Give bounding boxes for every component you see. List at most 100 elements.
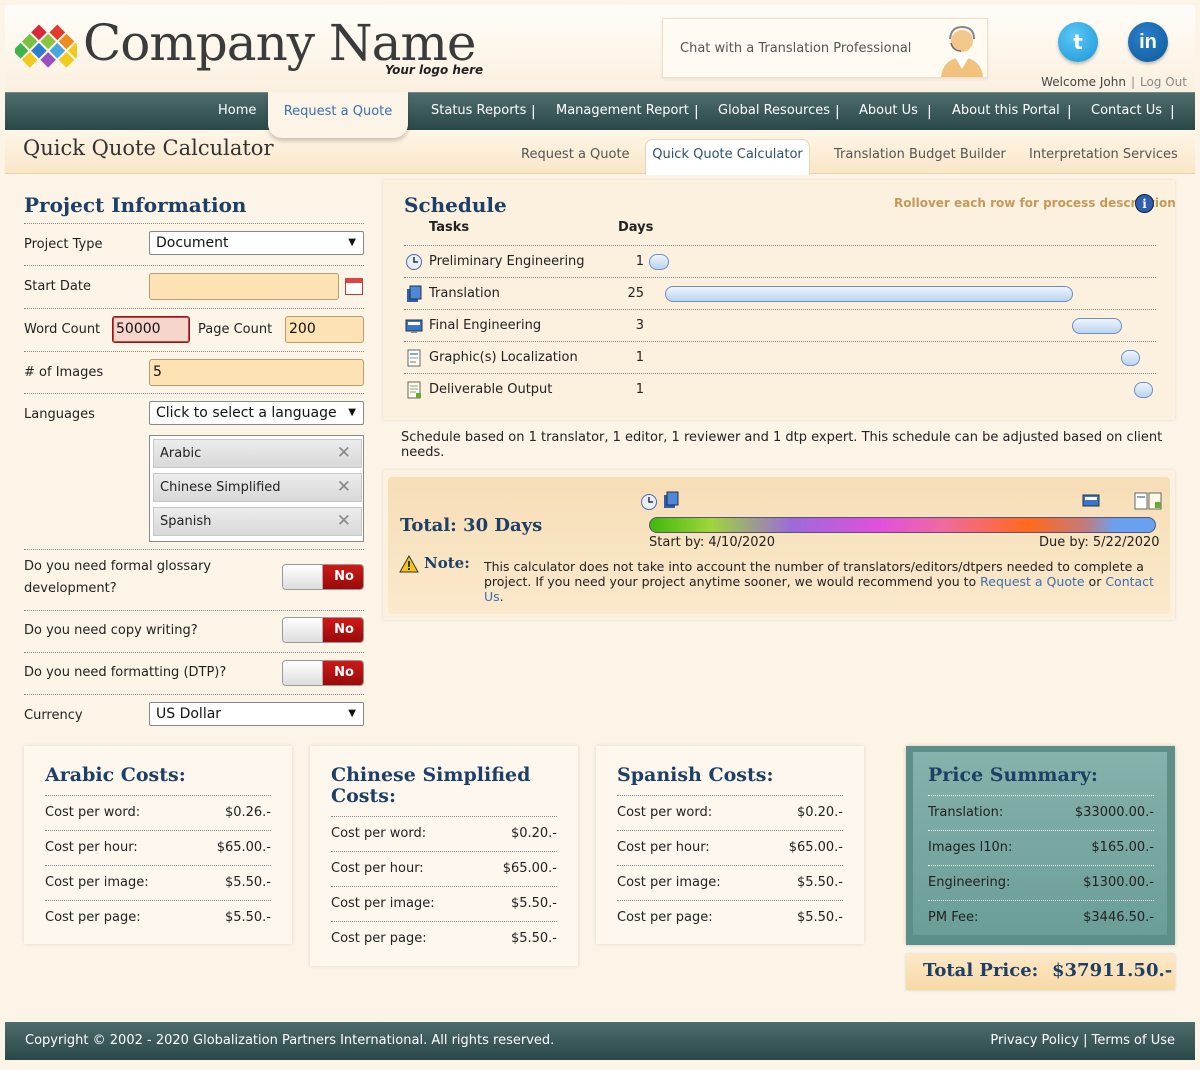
toggle-knob [283, 565, 323, 589]
formatting-question: Do you need formatting (DTP)? [24, 665, 227, 680]
warning-icon [399, 555, 419, 573]
linkedin-icon[interactable]: in [1128, 22, 1168, 62]
cost-label: Cost per hour: [331, 861, 424, 876]
currency-value: US Dollar [156, 706, 222, 722]
chat-button[interactable]: Chat with a Translation Professional [662, 18, 988, 78]
cost-value: $5.50.- [510, 931, 557, 946]
task-days: 3 [635, 318, 644, 333]
subtab-quick-quote[interactable]: Quick Quote Calculator [645, 139, 810, 175]
logo-icon [15, 24, 77, 68]
documents-icon [664, 491, 679, 508]
divider [24, 652, 364, 653]
card-title: Spanish Costs: [617, 764, 774, 786]
task-name: Deliverable Output [429, 382, 553, 397]
cost-label: Cost per page: [45, 910, 141, 925]
info-icon[interactable]: i [1135, 194, 1154, 213]
language-select[interactable]: Click to select a language ▼ [149, 401, 364, 425]
privacy-link[interactable]: Privacy Policy [990, 1033, 1079, 1048]
calendar-icon[interactable] [345, 278, 363, 295]
copywriting-toggle[interactable]: No [282, 617, 364, 643]
divider [45, 900, 271, 901]
subtab-budget-builder[interactable]: Translation Budget Builder [834, 140, 1006, 174]
cost-value: $5.50.- [224, 875, 271, 890]
nav-about-portal[interactable]: About this Portal [952, 93, 1060, 131]
cost-label: Cost per image: [617, 875, 721, 890]
task-days: 1 [635, 350, 644, 365]
terms-link[interactable]: Terms of Use [1092, 1033, 1175, 1048]
project-info-title: Project Information [24, 193, 247, 217]
nav-request-quote[interactable]: Request a Quote [268, 92, 408, 138]
images-input[interactable]: 5 [149, 359, 364, 386]
divider [404, 373, 1156, 374]
nav-contact-us[interactable]: Contact Us [1091, 93, 1162, 131]
logout-link[interactable]: Log Out [1140, 75, 1187, 89]
cost-label: Cost per word: [45, 805, 141, 820]
divider [331, 851, 557, 852]
nav-home[interactable]: Home [218, 93, 256, 131]
toggle-state: No [323, 661, 363, 685]
cost-value: $5.50.- [796, 875, 843, 890]
nav-management-report[interactable]: Management Report [556, 93, 689, 131]
divider [331, 921, 557, 922]
close-icon[interactable]: ✕ [337, 508, 351, 535]
divider [24, 223, 364, 224]
task-name: Preliminary Engineering [429, 254, 585, 269]
page-count-input[interactable]: 200 [285, 316, 364, 343]
divider [24, 610, 364, 611]
divider [24, 265, 364, 266]
summary-label: Engineering: [928, 875, 1011, 890]
cost-value: $0.26.- [224, 805, 271, 820]
twitter-icon[interactable]: t [1058, 22, 1098, 62]
task-name: Graphic(s) Localization [429, 350, 578, 365]
currency-select[interactable]: US Dollar ▼ [149, 702, 364, 726]
cost-label: Cost per word: [331, 826, 427, 841]
divider [331, 886, 557, 887]
nav-status-reports[interactable]: Status Reports [431, 93, 526, 131]
divider [404, 341, 1156, 342]
cost-label: Cost per word: [617, 805, 713, 820]
gantt-bar[interactable] [1134, 382, 1153, 398]
nav-global-resources[interactable]: Global Resources [718, 93, 830, 131]
cost-label: Cost per hour: [45, 840, 138, 855]
schedule-title: Schedule [404, 193, 507, 217]
divider [617, 795, 843, 796]
gantt-bar[interactable] [1072, 318, 1122, 334]
glossary-toggle[interactable]: No [282, 564, 364, 590]
documents-icon [407, 285, 422, 302]
close-icon[interactable]: ✕ [337, 474, 351, 501]
glossary-question: Do you need formal glossary development? [24, 559, 212, 596]
support-agent-icon [941, 25, 983, 77]
project-type-select[interactable]: Document ▼ [149, 231, 364, 255]
nav-about-us[interactable]: About Us [859, 93, 918, 131]
cost-value: $0.20.- [510, 826, 557, 841]
chevron-down-icon: ▼ [348, 708, 356, 719]
gantt-bar[interactable] [649, 254, 669, 270]
note-text: This calculator does not take into accou… [484, 559, 1154, 604]
gantt-bar[interactable] [665, 286, 1073, 302]
divider [45, 865, 271, 866]
start-date-input[interactable] [149, 273, 339, 300]
languages-label: Languages [24, 407, 95, 422]
formatting-toggle[interactable]: No [282, 660, 364, 686]
request-quote-link[interactable]: Request a Quote [980, 574, 1084, 589]
divider [24, 694, 364, 695]
language-name: Chinese Simplified [160, 480, 281, 495]
language-placeholder: Click to select a language [156, 405, 337, 421]
gantt-bar[interactable] [1121, 350, 1140, 366]
note-end: . [499, 589, 504, 604]
toggle-knob [283, 618, 323, 642]
word-count-input[interactable]: 50000 [112, 316, 190, 343]
nav-separator: | [927, 104, 932, 120]
subtab-request-quote[interactable]: Request a Quote [521, 140, 630, 174]
close-icon[interactable]: ✕ [337, 440, 351, 467]
clock-icon [641, 494, 657, 510]
toggle-state: No [323, 618, 363, 642]
subtab-interpretation[interactable]: Interpretation Services [1029, 140, 1178, 174]
monitor-icon [405, 319, 423, 333]
cost-value: $5.50.- [510, 896, 557, 911]
divider [928, 795, 1154, 796]
main-nav: Home Status Reports | Management Report … [5, 92, 1195, 130]
divider [331, 816, 557, 817]
nav-separator: | [1170, 104, 1175, 120]
language-name: Arabic [160, 446, 202, 461]
